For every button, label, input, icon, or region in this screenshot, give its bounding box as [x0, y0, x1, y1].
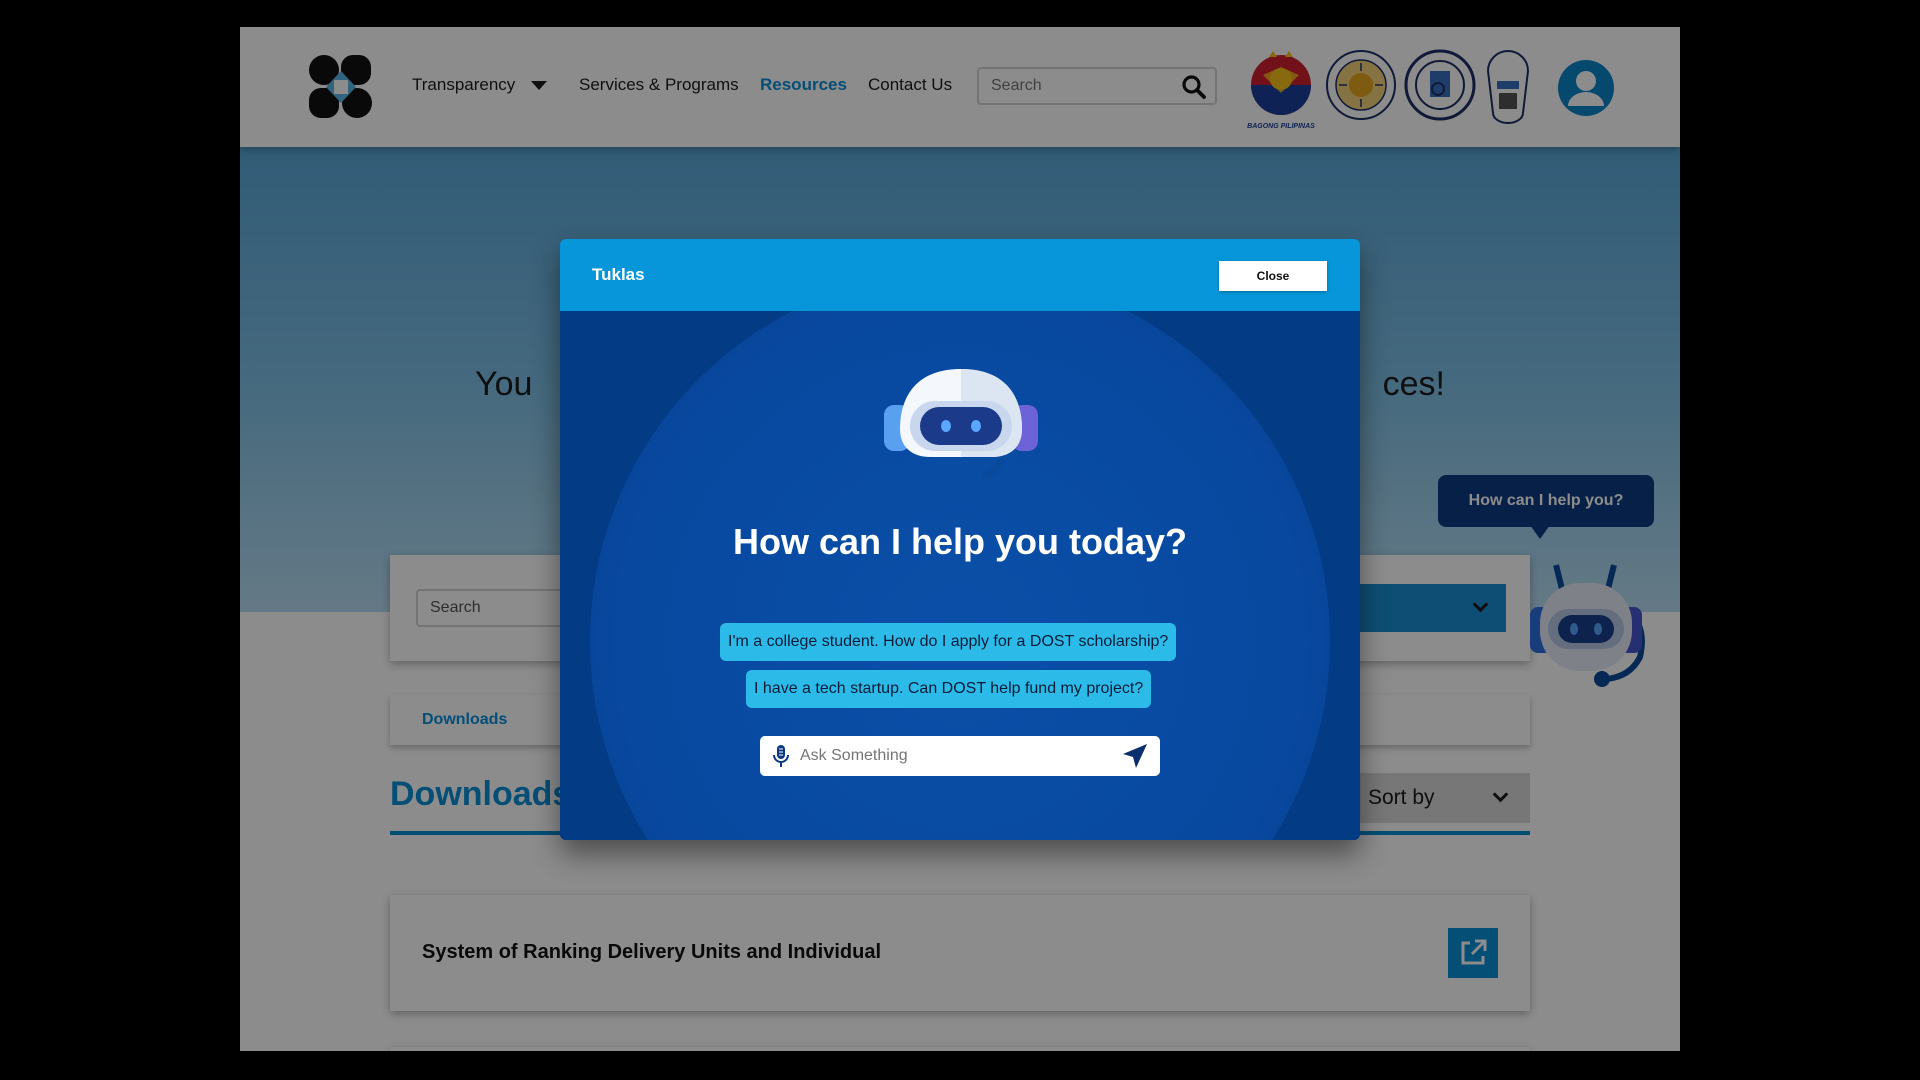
chat-modal: Tuklas Close How can I help you today? I…	[560, 239, 1360, 840]
chat-modal-body: How can I help you today? I'm a college …	[560, 311, 1360, 840]
robot-icon	[884, 369, 1038, 480]
suggestion-chip[interactable]: I have a tech startup. Can DOST help fun…	[746, 670, 1152, 708]
ask-input[interactable]	[800, 736, 1110, 776]
microphone-icon[interactable]	[770, 744, 792, 768]
chat-modal-header: Tuklas Close	[560, 239, 1360, 311]
ask-box	[760, 736, 1160, 776]
close-button[interactable]: Close	[1219, 261, 1327, 291]
chat-heading: How can I help you today?	[732, 521, 1188, 562]
suggestion-chip[interactable]: I'm a college student. How do I apply fo…	[720, 623, 1177, 661]
send-icon[interactable]	[1122, 743, 1148, 769]
page: Transparency Services & Programs Resourc…	[240, 27, 1680, 1051]
chat-modal-title: Tuklas	[592, 265, 645, 284]
